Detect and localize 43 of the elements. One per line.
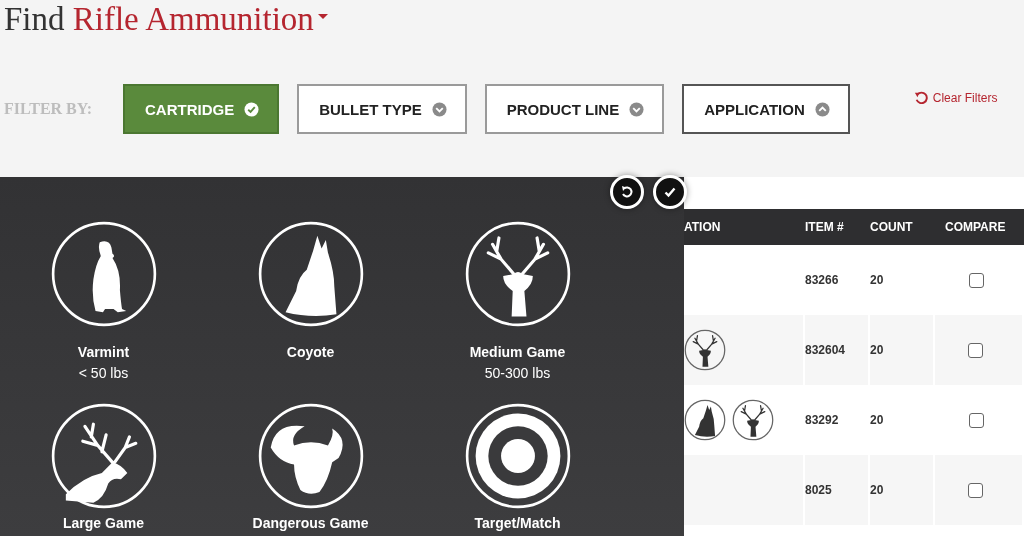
- reset-button[interactable]: [610, 175, 644, 209]
- chevron-up-icon: [814, 101, 830, 117]
- filter-button[interactable]: BULLET TYPE: [297, 84, 467, 134]
- chevron-down-icon: [629, 101, 645, 117]
- table-cell: 20: [870, 343, 884, 357]
- table-cell: 83292: [805, 413, 839, 427]
- target-icon[interactable]: [464, 403, 571, 509]
- weight-range: 50-300 lbs: [484, 365, 551, 381]
- reset-icon: [913, 91, 928, 105]
- elk-icon[interactable]: [50, 403, 157, 509]
- check-icon: [244, 101, 260, 117]
- clear-filters-link[interactable]: Clear Filters: [913, 91, 998, 105]
- column-header: COUNT: [870, 220, 914, 234]
- filter-button[interactable]: CARTRIDGE: [123, 84, 280, 134]
- deer-head-icon[interactable]: [464, 221, 571, 327]
- option-label[interactable]: Large Game: [63, 515, 144, 531]
- page-title: Find Rifle Ammunition: [4, 0, 314, 38]
- compare-checkbox[interactable]: [969, 272, 984, 288]
- column-header: COMPARE: [944, 220, 1007, 234]
- column-header: ITEM #: [805, 220, 845, 234]
- weight-range: < 50 lbs: [78, 365, 129, 381]
- buffalo-icon[interactable]: [257, 403, 364, 509]
- table-cell: 8025: [805, 483, 832, 497]
- reset-icon: [619, 184, 635, 200]
- filter-button[interactable]: PRODUCT LINE: [484, 84, 665, 134]
- table-cell: 20: [870, 413, 884, 427]
- compare-checkbox[interactable]: [968, 482, 983, 498]
- column-header: ATION: [684, 220, 722, 234]
- table-cell: 20: [870, 483, 884, 497]
- option-label[interactable]: Target/Match: [474, 515, 561, 531]
- compare-checkbox[interactable]: [968, 342, 983, 358]
- compare-checkbox[interactable]: [969, 412, 984, 428]
- table-cell: 832604: [805, 343, 846, 357]
- filter-button[interactable]: APPLICATION: [682, 84, 850, 134]
- option-label[interactable]: Coyote: [286, 344, 335, 360]
- option-label[interactable]: Varmint: [77, 344, 130, 360]
- option-label[interactable]: Medium Game: [469, 344, 566, 360]
- option-label[interactable]: Dangerous Game: [252, 515, 369, 531]
- table-cell: 83266: [805, 273, 839, 287]
- table-cell: 20: [870, 273, 884, 287]
- caret-icon[interactable]: [317, 13, 328, 19]
- apply-button[interactable]: [653, 175, 687, 209]
- chevron-down-icon: [431, 101, 447, 117]
